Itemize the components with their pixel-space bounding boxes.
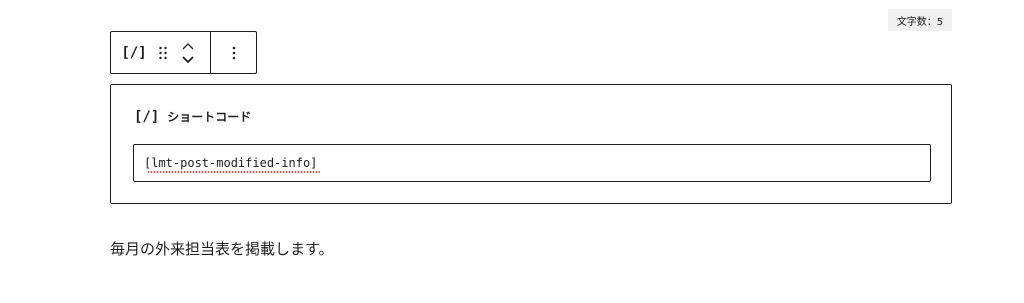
- shortcode-block[interactable]: [/] ショートコード: [110, 84, 952, 204]
- block-movers: [173, 32, 203, 73]
- drag-handle-button[interactable]: [153, 32, 173, 73]
- move-up-button[interactable]: [173, 39, 203, 53]
- options-button[interactable]: [211, 32, 256, 73]
- more-vertical-icon: [232, 45, 236, 61]
- block-toolbar: [/]: [110, 31, 257, 74]
- block-type-button[interactable]: [/]: [111, 32, 153, 73]
- block-label: [/] ショートコード: [134, 108, 251, 125]
- move-down-button[interactable]: [173, 53, 203, 67]
- toolbar-group-main: [/]: [111, 32, 211, 73]
- shortcode-input[interactable]: [133, 144, 931, 182]
- shortcode-icon: [/]: [121, 44, 147, 61]
- word-count-badge: 文字数：5: [888, 9, 952, 31]
- chevron-down-icon: [182, 55, 194, 64]
- chevron-up-icon: [182, 42, 194, 50]
- paragraph-block[interactable]: 毎月の外来担当表を掲載します。: [110, 238, 334, 259]
- drag-handle-icon: [158, 45, 168, 61]
- shortcode-icon: [/]: [134, 108, 160, 125]
- toolbar-group-options: [211, 32, 256, 73]
- block-title: ショートコード: [167, 110, 252, 124]
